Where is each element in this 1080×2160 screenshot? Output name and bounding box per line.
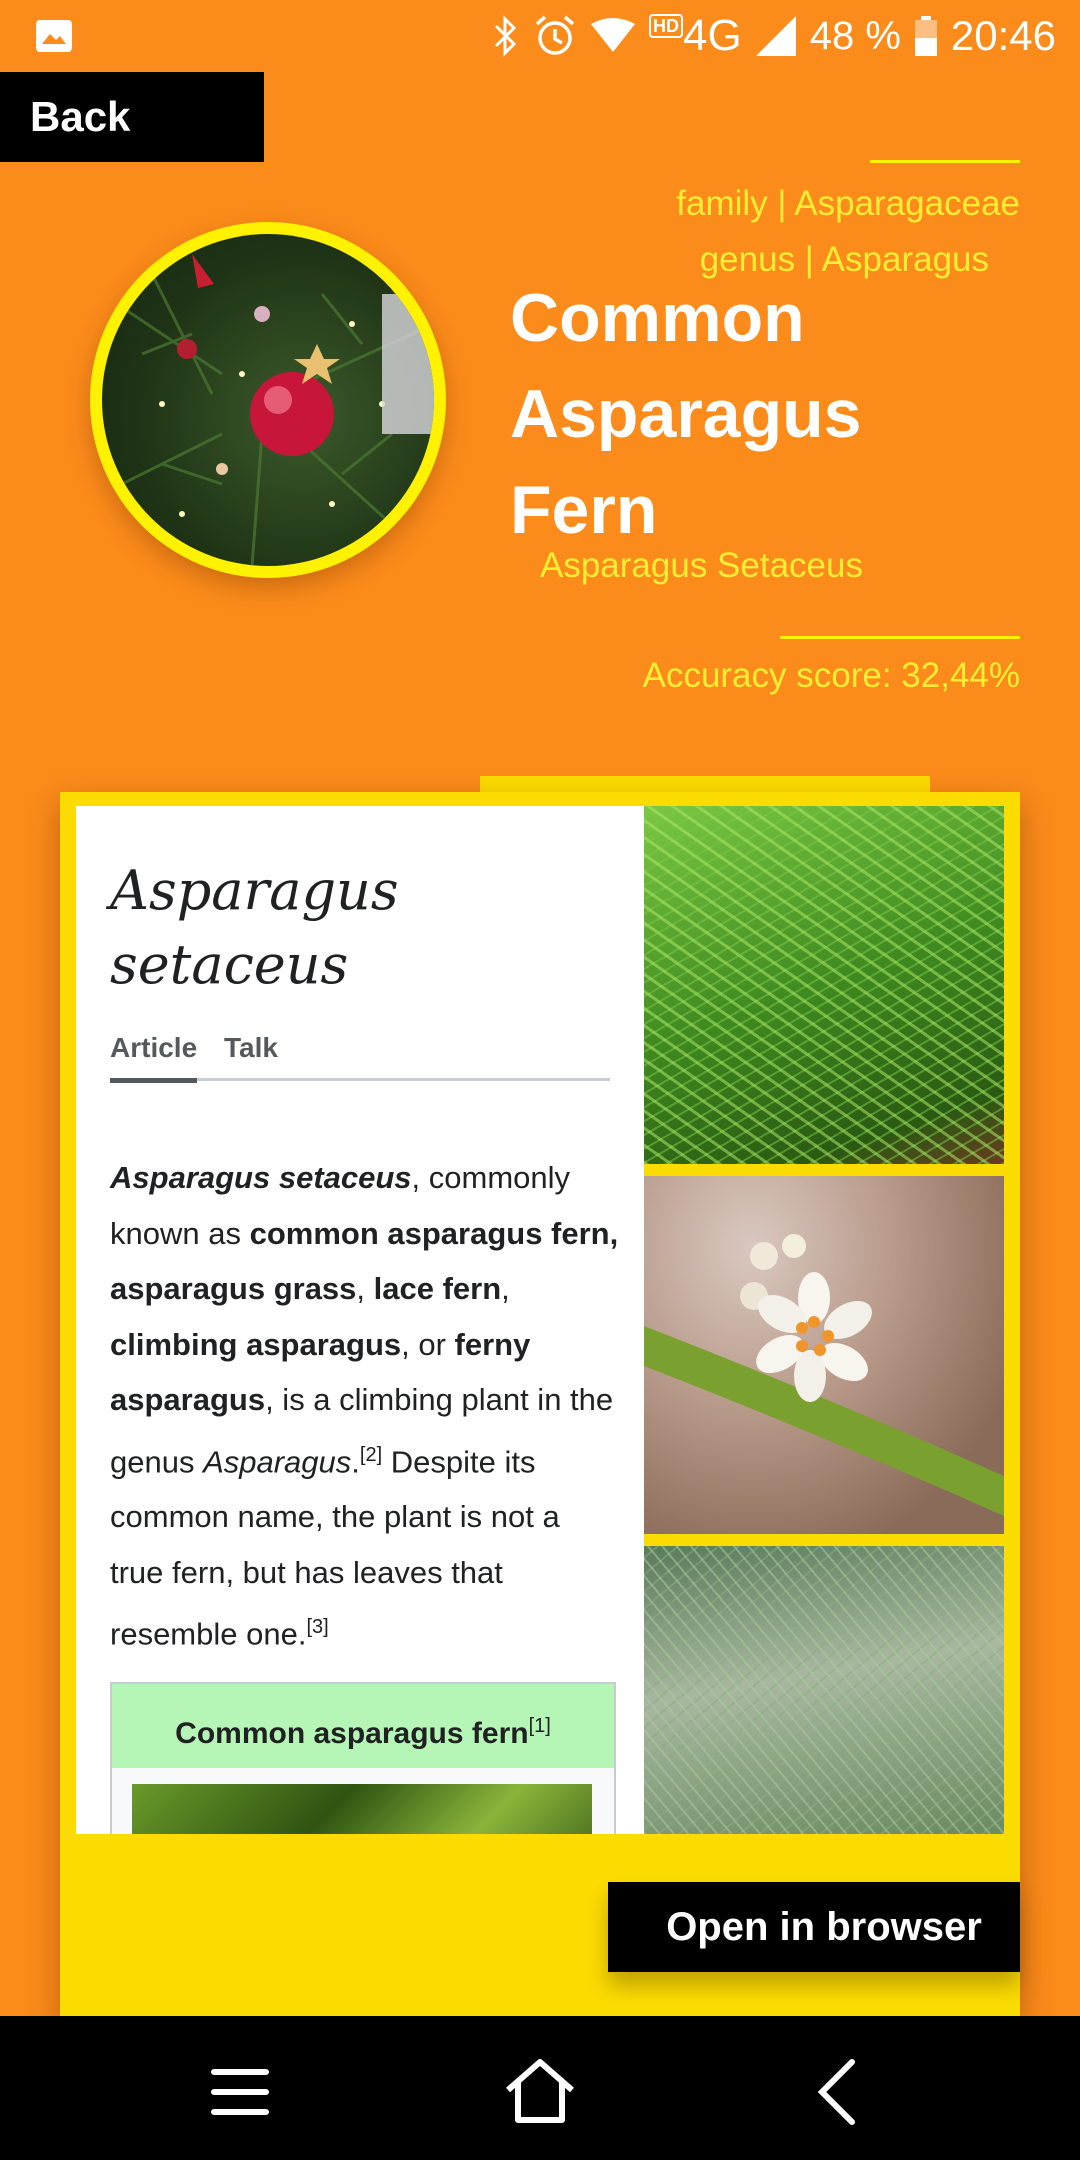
plant-photo-flower[interactable] xyxy=(644,1176,1004,1534)
title-line-1: Common xyxy=(510,280,805,356)
alarm-icon xyxy=(533,14,577,58)
wifi-icon xyxy=(591,18,636,54)
wikipedia-preview[interactable]: Asparagus setaceus Article Talk Asparagu… xyxy=(76,806,644,1834)
infobox-image xyxy=(132,1784,592,1834)
wiki-title: Asparagus setaceus xyxy=(110,854,399,1002)
plant-photo-avatar xyxy=(90,222,446,578)
system-nav-bar xyxy=(0,2016,1080,2160)
open-in-browser-button[interactable]: Open in browser xyxy=(608,1882,1020,1972)
accuracy-score: Accuracy score: 32,44% xyxy=(642,656,1020,695)
network-type: 4G xyxy=(683,11,742,60)
wiki-title-line-2: setaceus xyxy=(110,933,349,996)
gallery-icon xyxy=(36,20,72,52)
status-bar: HD 4G 48 % 20:46 xyxy=(0,0,1080,72)
plant-photo-branches[interactable] xyxy=(644,1546,1004,1834)
article-text: , xyxy=(501,1271,510,1306)
plant-common-name: Common Asparagus Fern xyxy=(510,270,861,558)
clock: 20:46 xyxy=(950,12,1056,59)
info-card: Asparagus setaceus Article Talk Asparagu… xyxy=(60,792,1020,2018)
title-line-3: Fern xyxy=(510,472,658,548)
battery-percent: 48 % xyxy=(809,13,901,58)
article-bold-text: lace fern xyxy=(373,1271,502,1306)
menu-icon[interactable] xyxy=(200,2052,280,2132)
wiki-article-text: Asparagus setaceus, commonly known as co… xyxy=(110,1150,620,1662)
accuracy-divider xyxy=(780,636,1020,639)
back-arrow-icon[interactable] xyxy=(800,2052,880,2132)
home-icon[interactable] xyxy=(500,2052,580,2132)
signal-icon xyxy=(755,16,796,56)
flower-image xyxy=(644,1234,1004,1516)
reference-link[interactable]: [3] xyxy=(306,1616,328,1638)
reference-link[interactable]: [1] xyxy=(529,1715,551,1737)
bluetooth-icon xyxy=(493,14,519,58)
article-bold-name: Asparagus setaceus xyxy=(110,1160,412,1195)
article-text: . xyxy=(351,1443,360,1479)
infobox: Common asparagus fern[1] xyxy=(110,1682,616,1834)
wiki-tabs: Article Talk xyxy=(110,1032,610,1083)
infobox-header: Common asparagus fern[1] xyxy=(112,1684,614,1768)
title-line-2: Asparagus xyxy=(510,376,862,452)
tab-talk[interactable]: Talk xyxy=(224,1032,278,1064)
article-text: , or xyxy=(401,1326,455,1362)
article-bold-text: climbing asparagus xyxy=(110,1326,402,1362)
tab-article[interactable]: Article xyxy=(110,1032,198,1083)
ornament-image xyxy=(102,234,434,566)
back-button[interactable]: Back xyxy=(0,72,264,162)
wiki-title-line-1: Asparagus xyxy=(110,859,399,922)
taxonomy-divider-top xyxy=(870,160,1020,163)
family-label: family | Asparagaceae xyxy=(676,184,1020,223)
scientific-name: Asparagus Setaceus xyxy=(540,546,863,585)
plant-photo-foliage[interactable] xyxy=(644,806,1004,1164)
infobox-title: Common asparagus fern xyxy=(175,1717,529,1750)
battery-icon xyxy=(914,16,937,56)
article-text: , xyxy=(356,1271,374,1306)
hd-badge: HD xyxy=(649,14,684,38)
article-genus-link[interactable]: Asparagus xyxy=(203,1444,351,1479)
reference-link[interactable]: [2] xyxy=(360,1444,382,1466)
